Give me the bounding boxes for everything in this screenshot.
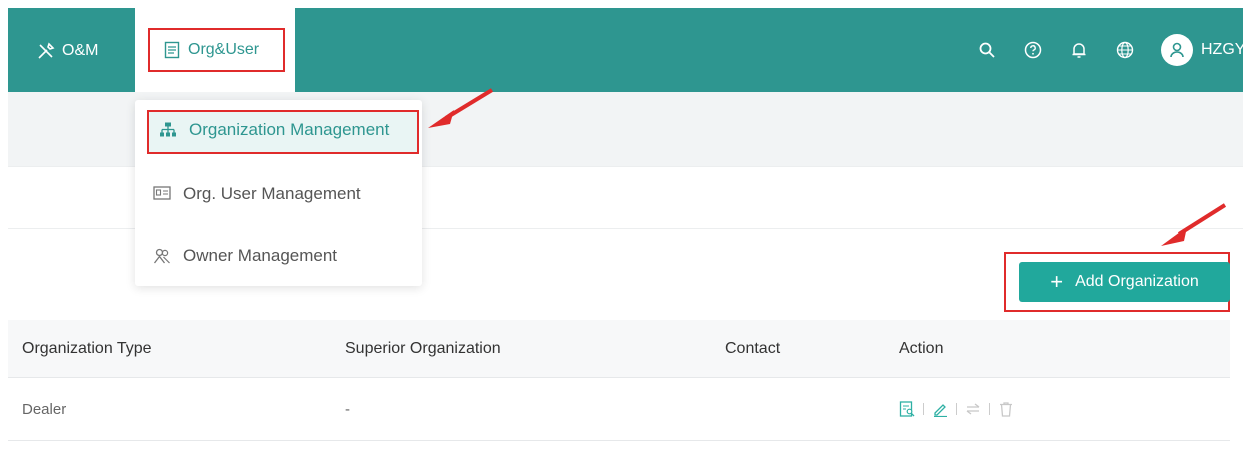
column-header-contact[interactable]: Contact (725, 320, 780, 377)
user-avatar-icon (1170, 42, 1184, 58)
org-tree-icon (159, 121, 177, 139)
nav-org-user-highlight[interactable]: Org&User (148, 28, 285, 72)
top-navigation-bar: O&M Org&User HZGY (8, 8, 1243, 92)
tools-icon (36, 41, 56, 61)
column-header-organization-type[interactable]: Organization Type (22, 320, 152, 377)
nav-org-user[interactable]: Org&User (135, 8, 295, 92)
cell-organization-type: Dealer (22, 400, 67, 418)
nav-om[interactable]: O&M (36, 36, 98, 66)
annotation-arrow-icon (1161, 203, 1227, 246)
bell-icon[interactable] (1069, 40, 1089, 60)
table-row[interactable]: Dealer - (8, 378, 1230, 441)
menu-item-owner-management[interactable]: Owner Management (135, 228, 422, 284)
organization-table: Organization Type Superior Organization … (8, 320, 1230, 441)
nav-om-label: O&M (62, 42, 99, 59)
nav-org-user-label: Org&User (188, 41, 260, 58)
document-icon (164, 41, 182, 59)
action-separator (923, 403, 924, 415)
menu-item-label: Org. User Management (183, 184, 361, 203)
help-icon[interactable] (1023, 40, 1043, 60)
action-separator (956, 403, 957, 415)
search-icon[interactable] (977, 40, 997, 60)
username[interactable]: HZGY (1201, 41, 1243, 59)
column-header-action: Action (899, 339, 944, 357)
action-separator (989, 403, 990, 415)
annotation-arrow-icon (428, 88, 494, 128)
users-icon (153, 247, 171, 265)
row-actions (899, 378, 1014, 440)
edit-icon[interactable] (932, 401, 948, 417)
plus-icon: + (1050, 269, 1064, 294)
menu-item-label: Organization Management (189, 120, 390, 139)
nav-right-tools: HZGY (977, 8, 1243, 92)
delete-icon[interactable] (998, 401, 1014, 417)
column-header-superior-organization[interactable]: Superior Organization (345, 320, 501, 377)
table-header: Organization Type Superior Organization … (8, 320, 1230, 378)
menu-item-org-user-management[interactable]: Org. User Management (135, 166, 422, 222)
avatar[interactable] (1161, 34, 1193, 66)
add-organization-button[interactable]: + Add Organization (1019, 262, 1230, 302)
menu-item-label: Owner Management (183, 246, 338, 265)
org-user-dropdown-menu: Organization Management Org. User Manage… (135, 100, 422, 286)
cell-superior-organization: - (345, 400, 350, 418)
view-details-icon[interactable] (899, 401, 915, 417)
add-organization-label: Add Organization (1075, 273, 1199, 290)
id-card-icon (153, 185, 171, 203)
transfer-icon[interactable] (965, 401, 981, 417)
menu-item-organization-management[interactable]: Organization Management (135, 102, 422, 158)
globe-icon[interactable] (1115, 40, 1135, 60)
